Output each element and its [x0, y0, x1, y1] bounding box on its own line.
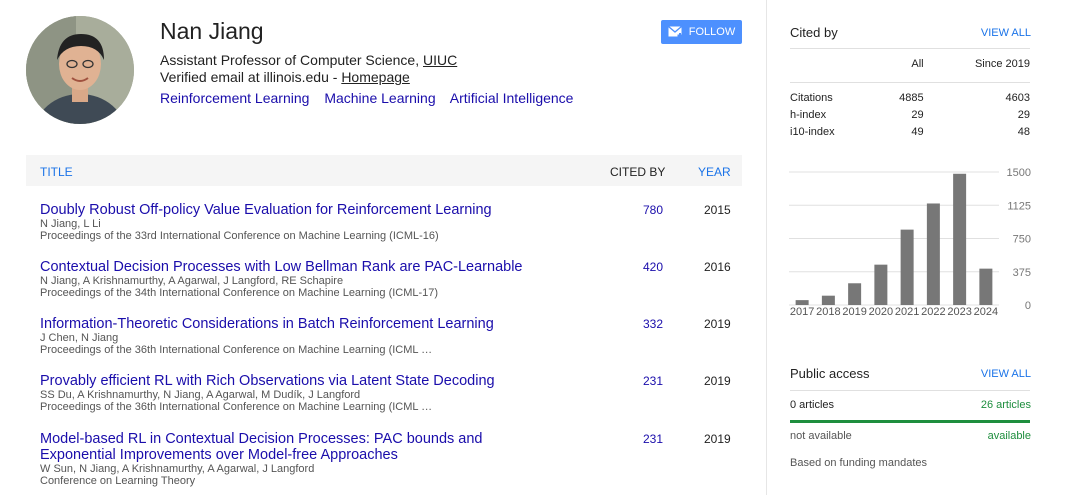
- article-year: 2019: [704, 317, 731, 331]
- article-citations[interactable]: 332: [643, 317, 663, 331]
- interest-link[interactable]: Artificial Intelligence: [450, 90, 574, 106]
- article-authors: W Sun, N Jiang, A Krishnamurthy, A Agarw…: [40, 463, 315, 475]
- x-tick-label: 2019: [842, 306, 866, 318]
- public-access-view-all[interactable]: VIEW ALL: [981, 368, 1031, 380]
- article-venue: Proceedings of the 36th International Co…: [40, 344, 433, 356]
- x-tick-label: 2023: [947, 306, 971, 318]
- cited-by-title: Cited by: [790, 25, 838, 40]
- cited-by-view-all[interactable]: VIEW ALL: [981, 27, 1031, 39]
- divider: [790, 48, 1030, 49]
- public-access-available-count[interactable]: 26 articles: [981, 399, 1031, 411]
- sort-by-title[interactable]: TITLE: [40, 165, 73, 179]
- chart-bar-2022[interactable]: [926, 203, 940, 305]
- articles-table-header: TITLE CITED BY YEAR: [26, 155, 742, 186]
- table-row: Provably efficient RL with Rich Observat…: [40, 373, 742, 413]
- chart-bar-2019[interactable]: [848, 283, 862, 305]
- article-authors: SS Du, A Krishnamurthy, N Jiang, A Agarw…: [40, 389, 361, 401]
- chart-bar-2017[interactable]: [795, 300, 809, 305]
- sidebar: Cited by VIEW ALL All Since 2019 Citatio…: [766, 0, 1080, 495]
- metric-since: 4603: [1005, 91, 1030, 104]
- y-tick-label: 750: [1013, 234, 1031, 246]
- x-tick-label: 2021: [895, 306, 919, 318]
- y-tick-label: 375: [1013, 267, 1031, 279]
- metric-all: 4885: [899, 91, 924, 104]
- article-venue: Proceedings of the 34th International Co…: [40, 287, 439, 299]
- metric-all: 49: [911, 125, 924, 138]
- chart-bar-2018[interactable]: [821, 295, 835, 305]
- available-label: available: [987, 430, 1031, 442]
- research-interests: Reinforcement Learning Machine Learning …: [160, 90, 584, 106]
- article-authors: N Jiang, L Li: [40, 218, 101, 230]
- y-tick-label: 1125: [1007, 200, 1031, 212]
- email-text: Verified email at illinois.edu -: [160, 69, 342, 85]
- x-tick-label: 2017: [790, 306, 814, 318]
- divider: [790, 390, 1030, 391]
- affiliation-text: Assistant Professor of Computer Science,: [160, 52, 423, 68]
- table-row: Contextual Decision Processes with Low B…: [40, 259, 742, 299]
- sort-by-year[interactable]: YEAR: [698, 165, 731, 179]
- interest-link[interactable]: Machine Learning: [324, 90, 435, 106]
- article-year: 2015: [704, 203, 731, 217]
- article-title[interactable]: Doubly Robust Off-policy Value Evaluatio…: [40, 202, 540, 218]
- public-access-title: Public access: [790, 366, 870, 381]
- metric-label[interactable]: Citations: [790, 89, 876, 106]
- article-citations[interactable]: 231: [643, 432, 663, 446]
- table-row: Doubly Robust Off-policy Value Evaluatio…: [40, 202, 742, 242]
- profile-photo: [26, 16, 134, 124]
- chart-bar-2021[interactable]: [900, 229, 914, 305]
- x-tick-label: 2022: [921, 306, 945, 318]
- not-available-label: not available: [790, 430, 852, 442]
- metric-since: 48: [1017, 125, 1030, 138]
- article-citations[interactable]: 420: [643, 260, 663, 274]
- article-title[interactable]: Contextual Decision Processes with Low B…: [40, 259, 540, 275]
- article-venue: Proceedings of the 33rd International Co…: [40, 230, 439, 242]
- article-year: 2016: [704, 260, 731, 274]
- homepage-link[interactable]: Homepage: [341, 69, 410, 85]
- chart-bar-2023[interactable]: [953, 173, 967, 305]
- metric-label[interactable]: h-index: [790, 106, 876, 123]
- table-row: Model-based RL in Contextual Decision Pr…: [40, 431, 742, 487]
- article-year: 2019: [704, 432, 731, 446]
- chart-bar-2020[interactable]: [874, 264, 888, 305]
- article-authors: J Chen, N Jiang: [40, 332, 119, 344]
- col-since-header: Since 2019: [974, 58, 1030, 70]
- article-title[interactable]: Provably efficient RL with Rich Observat…: [40, 373, 540, 389]
- metric-header-blank: [790, 58, 876, 83]
- article-authors: N Jiang, A Krishnamurthy, A Agarwal, J L…: [40, 275, 344, 287]
- table-row: Information-Theoretic Considerations in …: [40, 316, 742, 356]
- profile-affiliation: Assistant Professor of Computer Science,…: [160, 52, 457, 69]
- x-tick-label: 2018: [816, 306, 840, 318]
- citations-per-year-chart: 1500112575037502017 2018 2019 2020 2021 2022 2…: [789, 167, 1031, 318]
- mail-follow-icon: [667, 26, 683, 38]
- affiliation-link[interactable]: UIUC: [423, 52, 457, 68]
- y-tick-label: 1500: [1007, 167, 1031, 179]
- public-access-bar: [790, 420, 1030, 423]
- follow-button[interactable]: FOLLOW: [661, 20, 742, 44]
- metric-all: 29: [911, 108, 924, 121]
- article-citations[interactable]: 780: [643, 203, 663, 217]
- metric-label[interactable]: i10-index: [790, 123, 876, 140]
- chart-bar-2024[interactable]: [979, 268, 993, 305]
- article-venue: Proceedings of the 36th International Co…: [40, 401, 433, 413]
- citation-metrics-table: All Since 2019 Citations 4885 4603 h-ind…: [790, 58, 1030, 140]
- y-tick-label: 0: [1025, 300, 1031, 312]
- sort-by-cited[interactable]: CITED BY: [610, 165, 665, 179]
- profile-name: Nan Jiang: [160, 18, 264, 44]
- article-title[interactable]: Model-based RL in Contextual Decision Pr…: [40, 431, 540, 463]
- funding-mandates-note: Based on funding mandates: [790, 457, 927, 469]
- article-title[interactable]: Information-Theoretic Considerations in …: [40, 316, 540, 332]
- follow-label: FOLLOW: [688, 26, 736, 38]
- interest-link[interactable]: Reinforcement Learning: [160, 90, 309, 106]
- article-year: 2019: [704, 374, 731, 388]
- x-tick-label: 2020: [869, 306, 893, 318]
- public-access-unavailable-count[interactable]: 0 articles: [790, 399, 834, 411]
- article-citations[interactable]: 231: [643, 374, 663, 388]
- col-all-header: All: [911, 58, 924, 70]
- metric-since: 29: [1017, 108, 1030, 121]
- article-venue: Conference on Learning Theory: [40, 475, 196, 487]
- x-tick-label: 2024: [974, 306, 998, 318]
- profile-email: Verified email at illinois.edu - Homepag…: [160, 69, 410, 86]
